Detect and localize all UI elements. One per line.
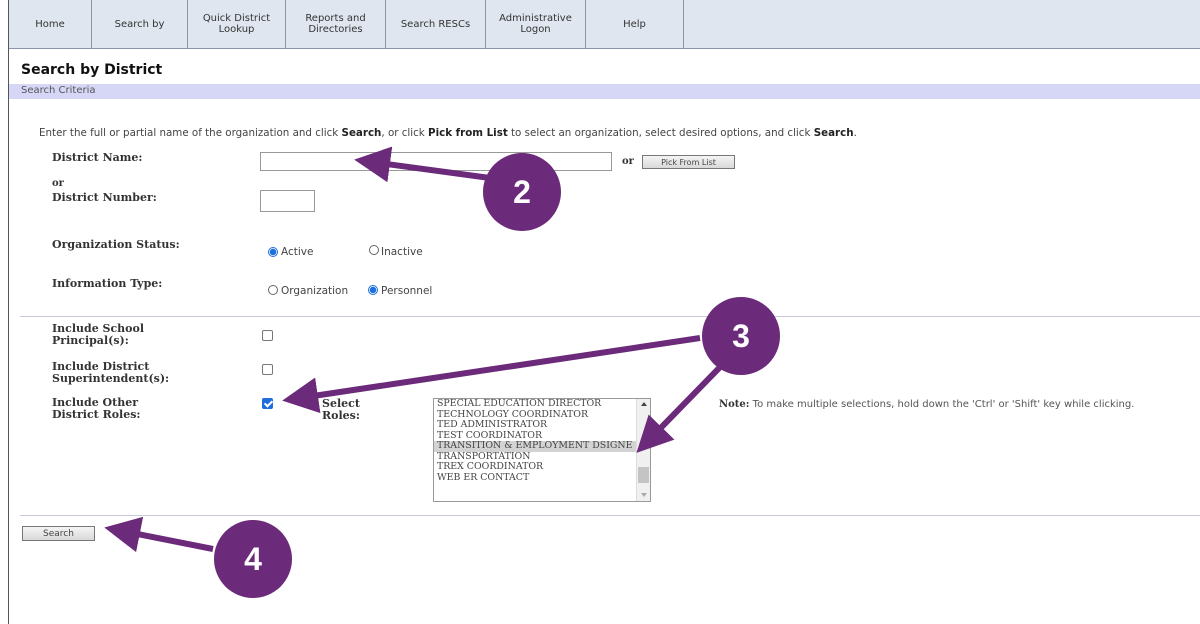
search-button[interactable]: Search (22, 526, 95, 541)
status-active-label: Active (281, 246, 314, 258)
scroll-thumb[interactable] (638, 467, 649, 483)
role-option[interactable]: SPECIAL EDUCATION DIRECTOR (434, 399, 650, 410)
nav-help[interactable]: Help (586, 0, 684, 48)
info-organization-label: Organization (281, 285, 349, 297)
pick-from-list-button[interactable]: Pick From List (642, 155, 735, 169)
organization-status-label: Organization Status: (52, 238, 180, 251)
nav-search-by[interactable]: Search by (92, 0, 188, 48)
include-superintendents-checkbox[interactable] (262, 364, 273, 375)
information-type-label: Information Type: (52, 277, 163, 290)
info-organization-radio[interactable] (268, 285, 278, 295)
district-number-input[interactable] (260, 190, 315, 212)
search-criteria-bar: Search Criteria (9, 84, 1200, 99)
nav-home[interactable]: Home (9, 0, 92, 48)
top-nav: Home Search by Quick District Lookup Rep… (9, 0, 1200, 49)
role-option[interactable]: TED ADMINISTRATOR (434, 419, 650, 431)
district-name-input[interactable] (260, 152, 612, 171)
include-principals-label: Include School Principal(s): (52, 322, 145, 347)
include-other-roles-checkbox[interactable] (262, 398, 273, 409)
select-roles-label: Select Roles: (322, 397, 360, 422)
role-option[interactable]: TREX COORDINATOR (434, 461, 650, 473)
or-label: or (622, 156, 634, 167)
status-inactive-label: Inactive (381, 246, 423, 258)
info-personnel-label: Personnel (381, 285, 433, 297)
nav-administrative-logon[interactable]: Administrative Logon (486, 0, 586, 48)
divider-bottom (20, 515, 1200, 516)
nav-search-rescs[interactable]: Search RESCs (386, 0, 486, 48)
district-number-label: District Number: (52, 191, 157, 204)
role-option[interactable]: WEB ER CONTACT (434, 472, 650, 484)
divider-top (20, 316, 1200, 317)
include-other-roles-label: Include Other District Roles: (52, 396, 141, 421)
nav-reports-directories[interactable]: Reports and Directories (286, 0, 386, 48)
include-superintendents-label: Include District Superintendent(s): (52, 360, 170, 385)
status-active-radio[interactable] (268, 247, 278, 257)
nav-quick-district-lookup[interactable]: Quick District Lookup (188, 0, 286, 48)
include-principals-checkbox[interactable] (262, 330, 273, 341)
page-title: Search by District (21, 62, 163, 78)
status-inactive-radio[interactable] (369, 245, 379, 255)
district-name-label: District Name: (52, 151, 143, 164)
role-option-selected[interactable]: TRANSITION & EMPLOYMENT DSIGNE (434, 440, 650, 452)
roles-listbox[interactable]: SPECIAL EDUCATION DIRECTOR TECHNOLOGY CO… (433, 398, 651, 502)
search-criteria-label: Search Criteria (21, 85, 96, 96)
scroll-up-arrow-icon[interactable] (641, 402, 647, 406)
step-3-badge: 3 (702, 297, 780, 375)
scroll-down-arrow-icon[interactable] (641, 493, 647, 497)
step-4-badge: 4 (214, 520, 292, 598)
multi-select-note: Note: To make multiple selections, hold … (719, 399, 1135, 410)
roles-scrollbar[interactable] (636, 399, 650, 501)
info-personnel-radio[interactable] (368, 285, 378, 295)
or-label-2: or (52, 178, 64, 189)
instructions: Enter the full or partial name of the or… (39, 127, 857, 139)
step-2-badge: 2 (483, 153, 561, 231)
